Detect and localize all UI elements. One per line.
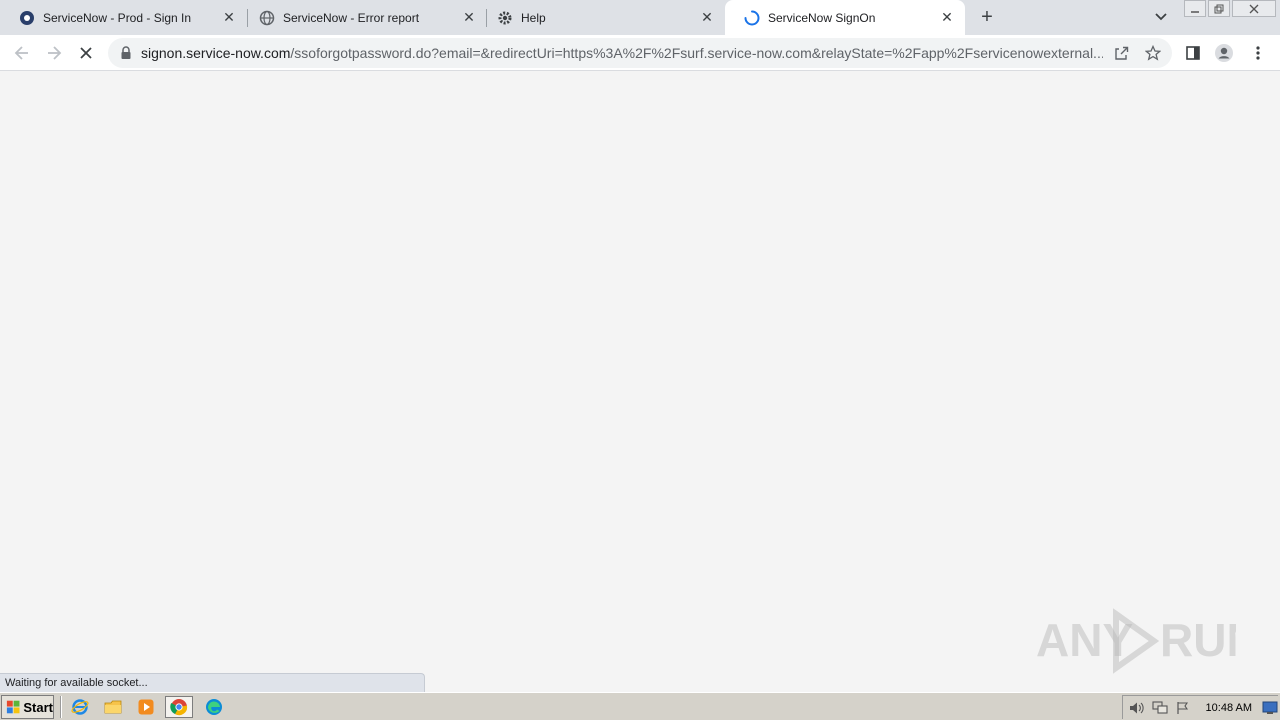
lock-icon[interactable]: [120, 46, 132, 60]
bookmark-star-icon[interactable]: [1144, 44, 1162, 61]
media-player-icon[interactable]: [132, 696, 160, 718]
tab-servicenow-signon[interactable]: ServiceNow SignOn ✕: [725, 0, 965, 35]
system-tray: 10:48 AM: [1122, 695, 1278, 719]
anyrun-logo-icon: ANY RUN: [1036, 608, 1236, 674]
url-text[interactable]: signon.service-now.com/ssoforgotpassword…: [141, 45, 1103, 61]
servicenow-logo-icon: [19, 10, 35, 26]
anyrun-watermark: ANY RUN: [1036, 606, 1236, 676]
url-path: /ssoforgotpassword.do?email=&redirectUri…: [290, 45, 1103, 61]
more-menu-icon[interactable]: [1248, 43, 1268, 63]
share-icon[interactable]: [1113, 45, 1129, 61]
taskbar-clock[interactable]: 10:48 AM: [1206, 702, 1252, 714]
side-panel-icon[interactable]: [1183, 43, 1203, 63]
back-button[interactable]: [10, 41, 34, 65]
close-window-button[interactable]: [1232, 0, 1276, 17]
close-icon[interactable]: ✕: [221, 9, 237, 26]
tab-title: ServiceNow - Error report: [283, 10, 420, 25]
globe-icon: [259, 10, 275, 26]
show-desktop-icon[interactable]: [1262, 701, 1278, 715]
tab-title: Help: [521, 10, 546, 25]
address-bar[interactable]: signon.service-now.com/ssoforgotpassword…: [108, 38, 1172, 68]
close-icon[interactable]: ✕: [461, 9, 477, 26]
internet-explorer-icon[interactable]: [66, 696, 94, 718]
status-bubble: Waiting for available socket...: [0, 673, 425, 692]
chrome-icon[interactable]: [165, 696, 193, 718]
new-tab-button[interactable]: +: [977, 7, 997, 27]
windows-flag-icon: [6, 700, 20, 714]
file-explorer-icon[interactable]: [99, 696, 127, 718]
taskbar-divider: [60, 696, 62, 718]
forward-button[interactable]: [42, 41, 66, 65]
tab-strip: ServiceNow - Prod - Sign In ✕ ServiceNow…: [0, 0, 1280, 35]
stop-loading-button[interactable]: [74, 41, 98, 65]
loading-spinner-icon: [744, 10, 760, 26]
tab-servicenow-prod-signin[interactable]: ServiceNow - Prod - Sign In ✕: [0, 0, 247, 35]
minimize-button[interactable]: [1184, 0, 1206, 17]
page-content: [0, 72, 1280, 692]
gear-icon: [497, 10, 513, 26]
browser-toolbar: signon.service-now.com/ssoforgotpassword…: [0, 35, 1280, 71]
chevron-down-icon[interactable]: [1152, 9, 1170, 25]
tab-servicenow-error-report[interactable]: ServiceNow - Error report ✕: [240, 0, 487, 35]
close-icon[interactable]: ✕: [699, 9, 715, 26]
svg-text:RUN: RUN: [1160, 614, 1236, 666]
close-icon[interactable]: ✕: [939, 9, 955, 26]
windows-taskbar: Start 10:48 AM: [0, 692, 1280, 720]
action-center-flag-icon[interactable]: [1175, 700, 1192, 716]
edge-icon[interactable]: [200, 696, 228, 718]
screen: ServiceNow - Prod - Sign In ✕ ServiceNow…: [0, 0, 1280, 720]
tab-title: ServiceNow - Prod - Sign In: [43, 10, 192, 25]
volume-icon[interactable]: [1129, 700, 1146, 716]
tab-help[interactable]: Help ✕: [478, 0, 725, 35]
profile-avatar-icon[interactable]: [1214, 43, 1234, 63]
start-button[interactable]: Start: [1, 695, 54, 719]
network-icon[interactable]: [1152, 700, 1169, 716]
start-label: Start: [23, 699, 53, 715]
tab-title: ServiceNow SignOn: [768, 10, 876, 25]
restore-button[interactable]: [1208, 0, 1230, 17]
url-host: signon.service-now.com: [141, 45, 291, 61]
